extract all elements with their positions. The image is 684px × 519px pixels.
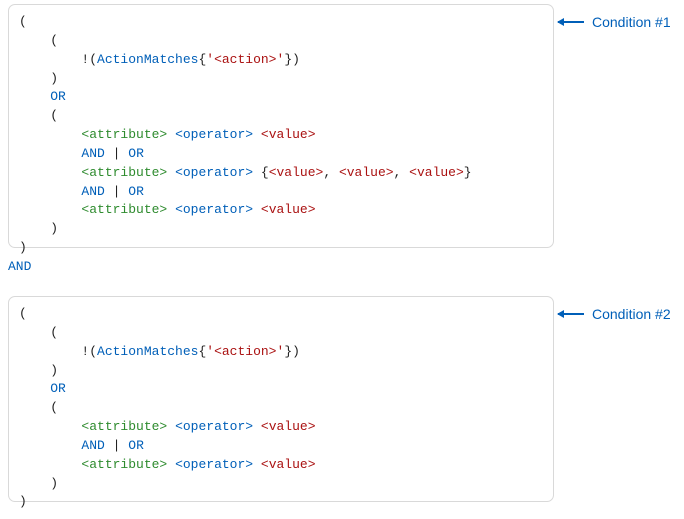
or-keyword: OR <box>50 89 66 104</box>
pipe: | <box>113 438 121 453</box>
condition-2-text: Condition #2 <box>592 304 671 324</box>
operator-placeholder: <operator> <box>175 419 253 434</box>
or-keyword: OR <box>128 438 144 453</box>
action-matches-fn: ActionMatches <box>97 52 198 67</box>
condition-2-block: ( ( !(ActionMatches{'<action>'}) ) OR ( … <box>8 296 554 502</box>
paren: ) <box>19 494 27 509</box>
paren: ( <box>50 108 58 123</box>
value-placeholder: <value> <box>261 457 316 472</box>
operator-placeholder: <operator> <box>175 457 253 472</box>
and-keyword: AND <box>81 146 104 161</box>
attribute-placeholder: <attribute> <box>81 457 167 472</box>
paren: ( <box>50 400 58 415</box>
pipe: | <box>113 146 121 161</box>
quote: ' <box>206 344 214 359</box>
operator-placeholder: <operator> <box>175 165 253 180</box>
paren: ( <box>19 14 27 29</box>
paren: ) <box>292 52 300 67</box>
condition-1-label: Condition #1 <box>558 12 671 32</box>
or-keyword: OR <box>50 381 66 396</box>
value-placeholder: <value> <box>261 127 316 142</box>
condition-2-label: Condition #2 <box>558 304 671 324</box>
paren: ) <box>50 363 58 378</box>
arrow-left-icon <box>558 313 584 315</box>
or-keyword: OR <box>128 184 144 199</box>
attribute-placeholder: <attribute> <box>81 202 167 217</box>
paren: ) <box>292 344 300 359</box>
paren: ( <box>19 306 27 321</box>
brace-open: { <box>261 165 269 180</box>
brace-close: } <box>284 52 292 67</box>
pipe: | <box>113 184 121 199</box>
value-placeholder: <value> <box>409 165 464 180</box>
and-keyword: AND <box>81 184 104 199</box>
not-open: !( <box>81 52 97 67</box>
paren: ( <box>50 325 58 340</box>
paren: ) <box>50 71 58 86</box>
and-keyword: AND <box>8 259 31 274</box>
attribute-placeholder: <attribute> <box>81 165 167 180</box>
connector-and: AND <box>8 258 31 277</box>
and-keyword: AND <box>81 438 104 453</box>
page-root: Condition #1 Condition #2 AND ( ( !(Acti… <box>0 0 684 519</box>
value-placeholder: <value> <box>339 165 394 180</box>
value-placeholder: <value> <box>261 419 316 434</box>
brace-close: } <box>284 344 292 359</box>
paren: ) <box>19 240 27 255</box>
attribute-placeholder: <attribute> <box>81 419 167 434</box>
arrow-left-icon <box>558 21 584 23</box>
operator-placeholder: <operator> <box>175 127 253 142</box>
comma: , <box>323 165 331 180</box>
or-keyword: OR <box>128 146 144 161</box>
paren: ) <box>50 476 58 491</box>
value-placeholder: <value> <box>261 202 316 217</box>
action-placeholder: <action> <box>214 52 276 67</box>
value-placeholder: <value> <box>269 165 324 180</box>
action-placeholder: <action> <box>214 344 276 359</box>
not-open: !( <box>81 344 97 359</box>
condition-1-text: Condition #1 <box>592 12 671 32</box>
attribute-placeholder: <attribute> <box>81 127 167 142</box>
brace-close: } <box>464 165 472 180</box>
action-matches-fn: ActionMatches <box>97 344 198 359</box>
operator-placeholder: <operator> <box>175 202 253 217</box>
quote: ' <box>206 52 214 67</box>
comma: , <box>394 165 402 180</box>
condition-1-block: ( ( !(ActionMatches{'<action>'}) ) OR ( … <box>8 4 554 248</box>
paren: ( <box>50 33 58 48</box>
paren: ) <box>50 221 58 236</box>
